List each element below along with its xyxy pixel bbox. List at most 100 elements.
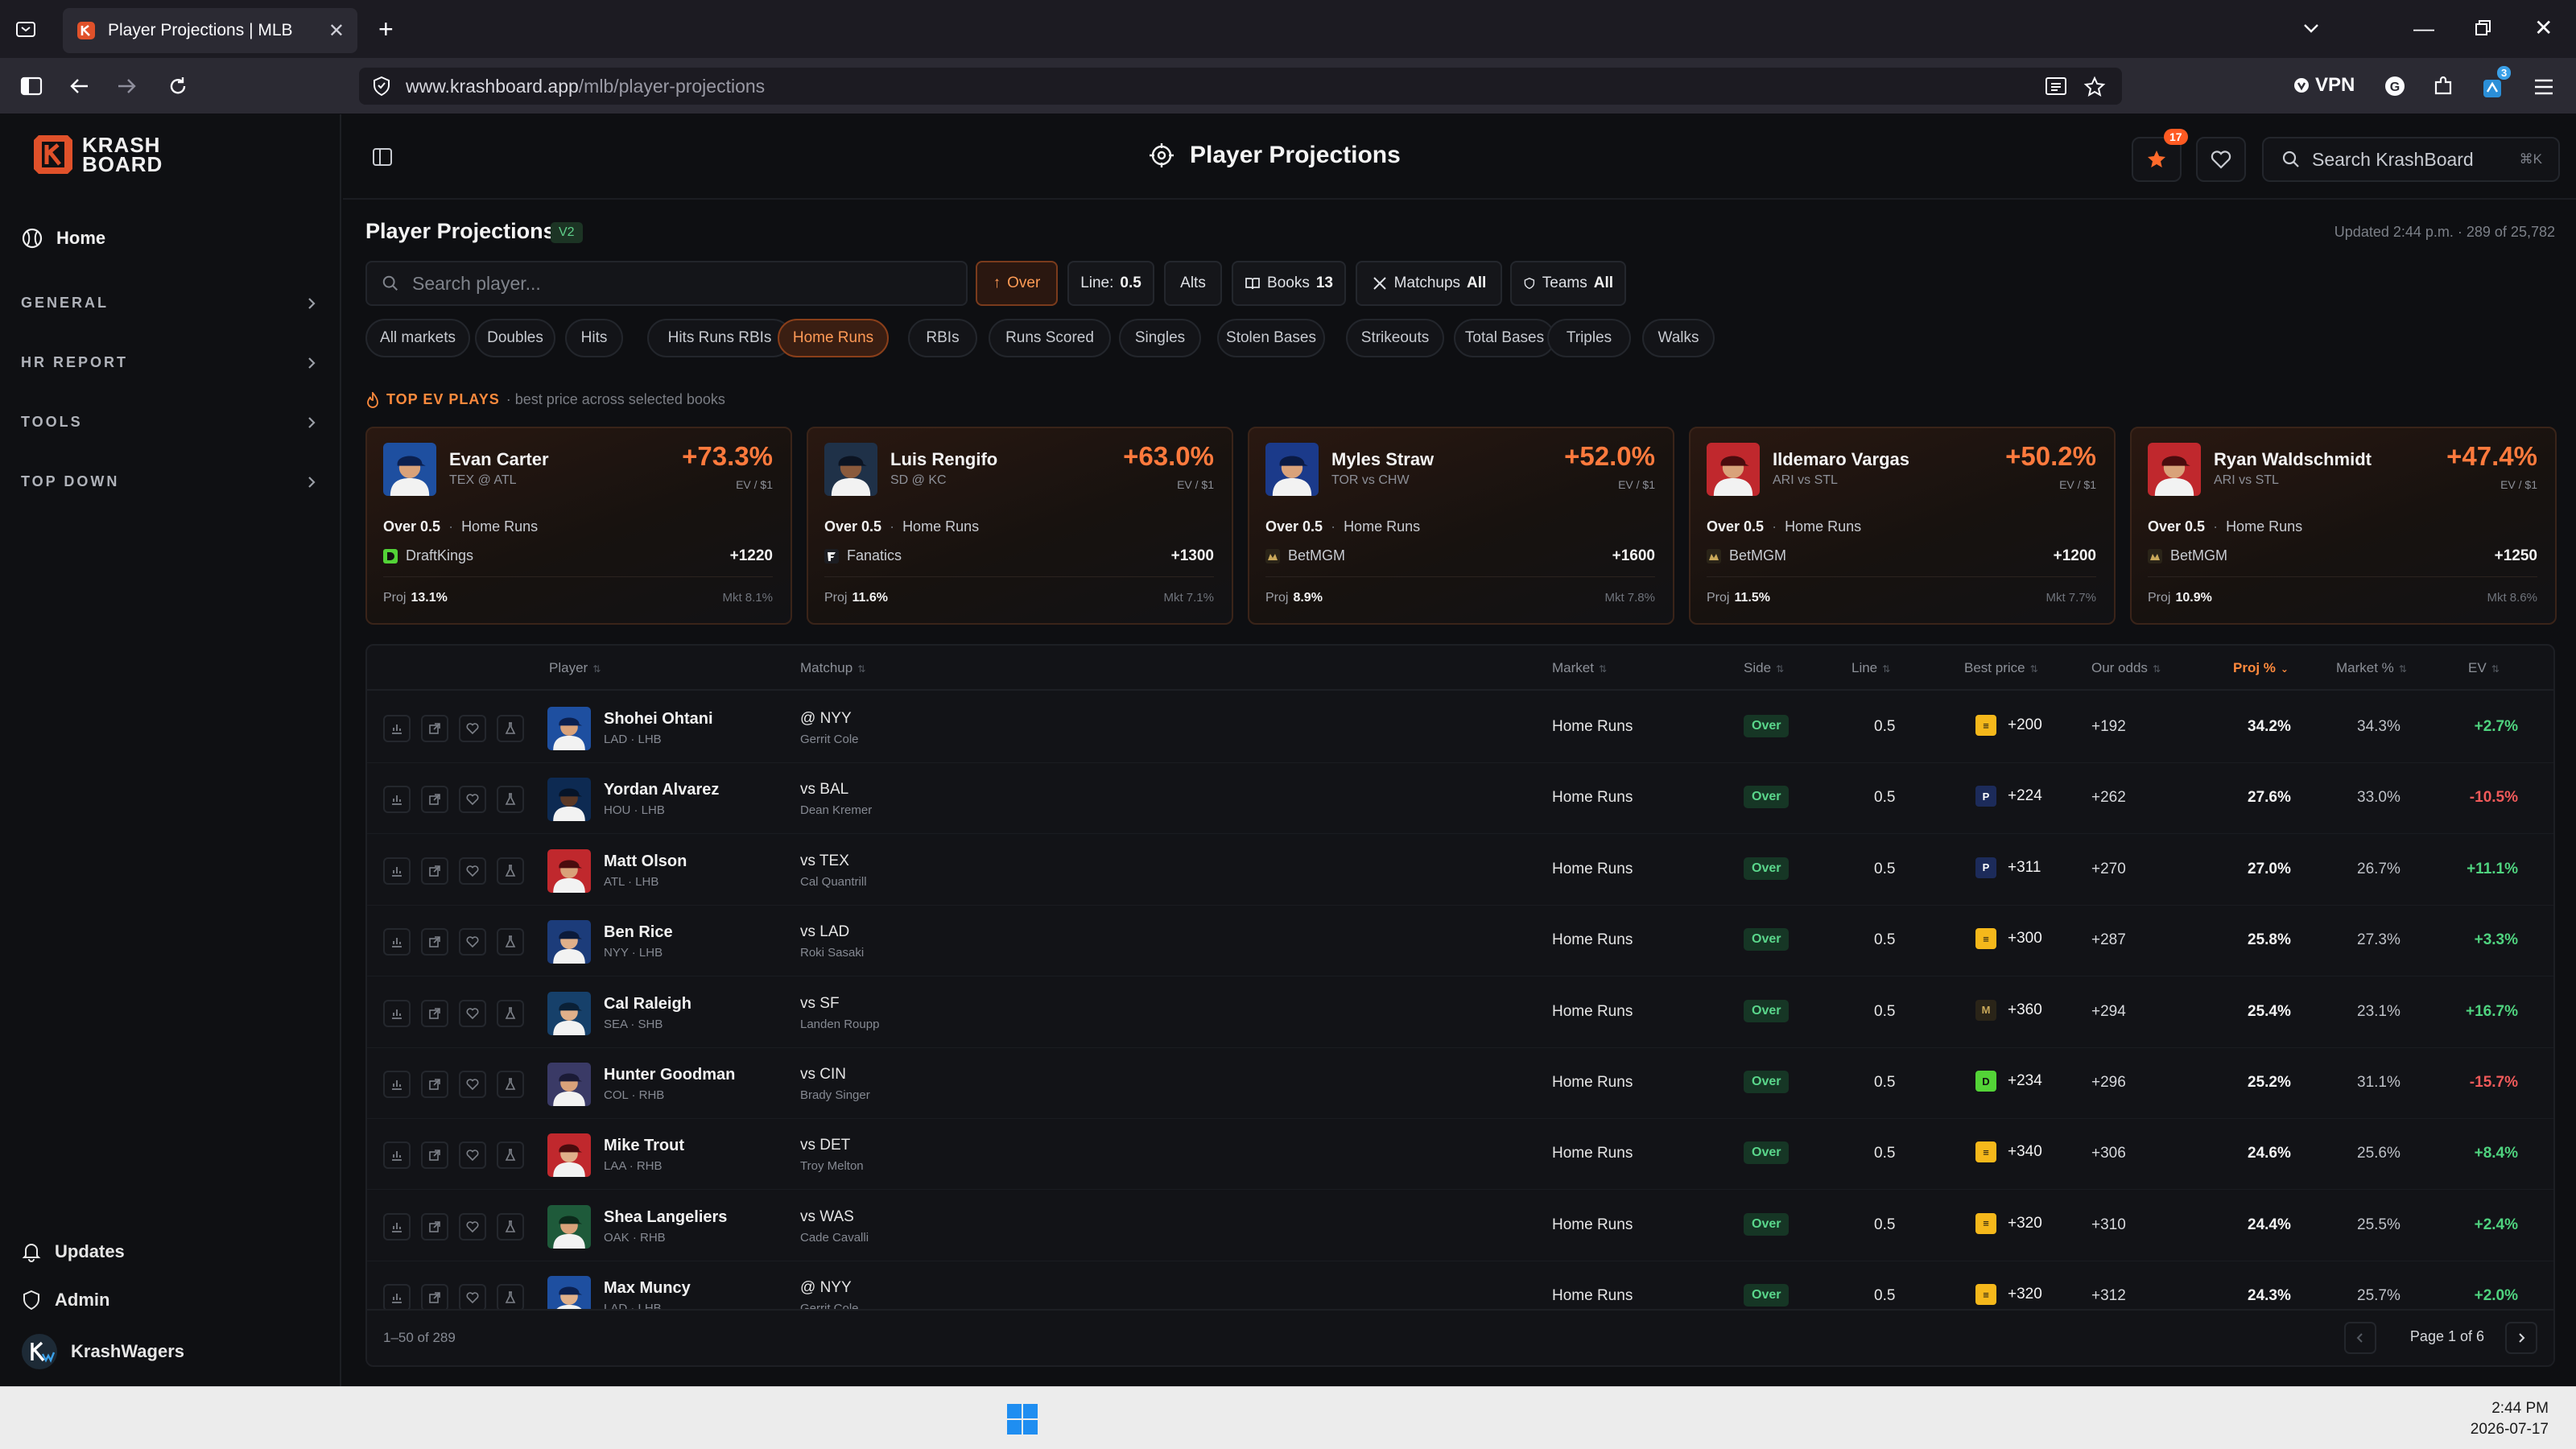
external-link-button[interactable]: [421, 1284, 448, 1312]
tab-list-icon[interactable]: [14, 18, 37, 40]
market-tab[interactable]: Walks: [1642, 319, 1715, 357]
ev-play-card[interactable]: Luis Rengifo SD @ KC +63.0% EV / $1 Over 0.5…: [807, 427, 1233, 625]
best-price[interactable]: D +234: [1975, 1071, 2042, 1092]
heart-button[interactable]: [459, 786, 486, 814]
flask-button[interactable]: [497, 928, 524, 956]
browser-tab-active[interactable]: Player Projections | MLB ✕: [63, 8, 357, 53]
heart-button[interactable]: [459, 999, 486, 1027]
best-price[interactable]: P +311: [1975, 857, 2041, 878]
column-header[interactable]: Market % ⇅: [2336, 660, 2407, 676]
chart-button[interactable]: [383, 1284, 411, 1312]
collapse-sidebar-icon[interactable]: [372, 147, 393, 167]
bookmark-star-icon[interactable]: [2083, 76, 2106, 98]
market-tab[interactable]: Singles: [1119, 319, 1201, 357]
flask-button[interactable]: [497, 1071, 524, 1098]
chart-button[interactable]: [383, 786, 411, 814]
market-tab[interactable]: Triples: [1547, 319, 1631, 357]
table-row[interactable]: Ben Rice NYY · LHB vs LAD Roki Sasaki Home R…: [367, 906, 2553, 977]
flask-button[interactable]: [497, 857, 524, 885]
market-tab[interactable]: Runs Scored: [989, 319, 1111, 357]
extensions-icon[interactable]: [2431, 74, 2455, 98]
global-search[interactable]: Search KrashBoard ⌘K: [2262, 137, 2560, 182]
external-link-button[interactable]: [421, 857, 448, 885]
sidebar-group-hr-report[interactable]: HR REPORT: [21, 354, 319, 371]
flask-button[interactable]: [497, 1212, 524, 1241]
external-link-button[interactable]: [421, 786, 448, 814]
ev-play-card[interactable]: Ildemaro Vargas ARI vs STL +50.2% EV / $1 Ov…: [1689, 427, 2116, 625]
heart-button[interactable]: [459, 928, 486, 956]
filter-alts[interactable]: Alts: [1164, 261, 1222, 306]
sidebar-group-general[interactable]: GENERAL: [21, 295, 319, 312]
player-name[interactable]: Max Muncy: [604, 1279, 691, 1298]
column-header[interactable]: Line ⇅: [1852, 660, 1890, 676]
table-row[interactable]: Mike Trout LAA · RHB vs DET Troy Melton Home…: [367, 1119, 2553, 1191]
system-clock[interactable]: 2:44 PM 2026-07-17: [2471, 1398, 2549, 1440]
player-search-input[interactable]: Search player...: [365, 261, 968, 306]
flask-button[interactable]: [497, 999, 524, 1027]
player-name[interactable]: Yordan Alvarez: [604, 781, 719, 799]
player-name[interactable]: Ben Rice: [604, 923, 673, 942]
player-name[interactable]: Shea Langeliers: [604, 1208, 727, 1227]
filter-line[interactable]: Line: 0.5: [1067, 261, 1154, 306]
minimize-icon[interactable]: —: [2413, 16, 2434, 41]
market-tab[interactable]: All markets: [365, 319, 470, 357]
market-tab[interactable]: Strikeouts: [1346, 319, 1444, 357]
table-row[interactable]: Shea Langeliers OAK · RHB vs WAS Cade Caval…: [367, 1191, 2553, 1261]
best-price[interactable]: ≡ +200: [1975, 715, 2042, 736]
flask-button[interactable]: [497, 1141, 524, 1170]
table-row[interactable]: Hunter Goodman COL · RHB vs CIN Brady Singe…: [367, 1048, 2553, 1119]
best-price[interactable]: ≡ +300: [1975, 928, 2042, 950]
best-price[interactable]: M +360: [1975, 999, 2042, 1021]
column-header[interactable]: Player ⇅: [549, 660, 601, 676]
best-price[interactable]: P +224: [1975, 786, 2042, 807]
filter-teams[interactable]: Teams All: [1510, 261, 1626, 306]
new-tab-icon[interactable]: +: [378, 14, 394, 44]
sidebar-item-home[interactable]: Home: [21, 227, 105, 250]
flask-button[interactable]: [497, 1284, 524, 1312]
watchlist-button[interactable]: [2196, 137, 2246, 182]
forward-icon[interactable]: [113, 72, 140, 100]
next-page-button[interactable]: [2505, 1322, 2537, 1354]
sidebar-group-tools[interactable]: TOOLS: [21, 414, 319, 431]
address-bar[interactable]: www.krashboard.app/mlb/player-projection…: [359, 68, 2122, 105]
column-header[interactable]: Best price ⇅: [1964, 660, 2038, 676]
heart-button[interactable]: [459, 857, 486, 885]
reader-view-icon[interactable]: [2045, 76, 2067, 97]
external-link-button[interactable]: [421, 928, 448, 956]
restore-icon[interactable]: [2475, 19, 2492, 37]
ev-play-card[interactable]: Myles Straw TOR vs CHW +52.0% EV / $1 Over 0…: [1248, 427, 1674, 625]
best-price[interactable]: ≡ +320: [1975, 1212, 2042, 1234]
sidebar-item-account[interactable]: KrashWagers: [21, 1333, 184, 1370]
player-name[interactable]: Shohei Ohtani: [604, 710, 713, 729]
chart-button[interactable]: [383, 1141, 411, 1170]
external-link-button[interactable]: [421, 1071, 448, 1098]
market-tab[interactable]: Total Bases: [1454, 319, 1555, 357]
windows-start-icon[interactable]: [1006, 1403, 1038, 1435]
column-header[interactable]: Market ⇅: [1552, 660, 1607, 676]
column-header[interactable]: Side ⇅: [1744, 660, 1784, 676]
external-link-button[interactable]: [421, 1141, 448, 1170]
reload-icon[interactable]: [164, 72, 192, 100]
back-icon[interactable]: [66, 72, 93, 100]
ev-play-card[interactable]: Evan Carter TEX @ ATL +73.3% EV / $1 Over 0.…: [365, 427, 792, 625]
player-name[interactable]: Hunter Goodman: [604, 1066, 735, 1084]
heart-button[interactable]: [459, 1071, 486, 1098]
chart-button[interactable]: [383, 1071, 411, 1098]
sidebar-group-top-down[interactable]: TOP DOWN: [21, 473, 319, 490]
menu-icon[interactable]: [2533, 77, 2555, 97]
filter-matchups[interactable]: Matchups All: [1356, 261, 1502, 306]
previous-page-button[interactable]: [2344, 1322, 2376, 1354]
chart-button[interactable]: [383, 857, 411, 885]
external-link-button[interactable]: [421, 999, 448, 1027]
vpn-button[interactable]: VPN: [2293, 74, 2355, 97]
heart-button[interactable]: [459, 1141, 486, 1170]
table-row[interactable]: Shohei Ohtani LAD · LHB @ NYY Gerrit Cole Ho…: [367, 692, 2553, 763]
close-window-icon[interactable]: ✕: [2534, 14, 2553, 41]
sidebar-toggle-icon[interactable]: [18, 72, 45, 100]
shield-icon[interactable]: [372, 76, 391, 97]
column-header[interactable]: Proj % ⌄: [2233, 660, 2289, 676]
heart-button[interactable]: [459, 1284, 486, 1312]
account-icon[interactable]: G: [2383, 74, 2407, 98]
market-tab[interactable]: RBIs: [908, 319, 977, 357]
krashboard-logo[interactable]: KRASH BOARD: [31, 132, 163, 177]
